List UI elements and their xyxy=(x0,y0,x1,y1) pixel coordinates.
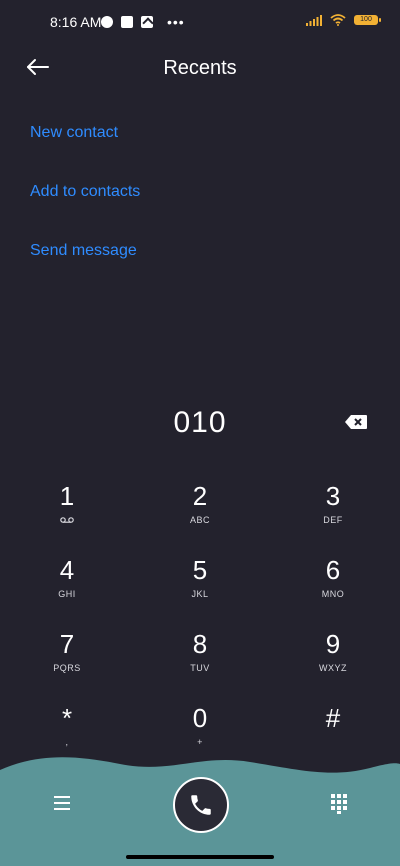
key-letters: ABC xyxy=(189,515,210,525)
app-icon xyxy=(101,16,113,28)
call-button[interactable] xyxy=(173,777,229,833)
key-1[interactable]: 1 xyxy=(17,480,117,544)
key-digit: 3 xyxy=(325,481,341,511)
more-notifications-icon: ••• xyxy=(167,14,185,30)
key-digit: 4 xyxy=(59,555,75,585)
backspace-icon[interactable] xyxy=(344,414,368,430)
key-letters: TUV xyxy=(190,663,210,673)
key-letters xyxy=(17,515,117,525)
key-letters: PQRS xyxy=(53,663,81,673)
key-digit: 7 xyxy=(59,629,75,659)
key-2[interactable]: 2 ABC xyxy=(150,480,250,544)
key-digit: 0 xyxy=(192,703,208,733)
status-bar: 8:16 AM ••• 100 xyxy=(0,0,400,44)
top-bar: Recents xyxy=(0,44,400,90)
key-letters: JKL xyxy=(191,589,209,599)
key-digit: # xyxy=(325,703,341,733)
key-5[interactable]: 5 JKL xyxy=(150,554,250,618)
key-4[interactable]: 4 GHI xyxy=(17,554,117,618)
key-digit: 9 xyxy=(325,629,341,659)
key-digit: 6 xyxy=(325,555,341,585)
upload-icon xyxy=(141,16,153,28)
key-letters: , xyxy=(65,737,69,747)
key-digit: * xyxy=(61,703,73,733)
key-6[interactable]: 6 MNO xyxy=(283,554,383,618)
page-title: Recents xyxy=(163,57,237,79)
home-indicator[interactable] xyxy=(126,855,274,859)
key-9[interactable]: 9 WXYZ xyxy=(283,628,383,692)
key-letters: WXYZ xyxy=(319,663,347,673)
battery-icon: 100 xyxy=(354,15,381,25)
key-7[interactable]: 7 PQRS xyxy=(17,628,117,692)
voicemail-icon xyxy=(60,517,74,523)
wifi-icon xyxy=(330,14,346,26)
new-contact-button[interactable]: New contact xyxy=(30,122,140,181)
action-list: New contact Add to contacts Send message xyxy=(30,122,140,299)
key-letters: MNO xyxy=(321,589,345,599)
phone-icon xyxy=(191,795,211,815)
key-8[interactable]: 8 TUV xyxy=(150,628,250,692)
key-digit: 5 xyxy=(192,555,208,585)
key-digit: 2 xyxy=(192,481,208,511)
square-icon xyxy=(121,16,133,28)
key-letters: + xyxy=(197,737,203,747)
dialed-number: 010 xyxy=(173,406,227,439)
dialpad-icon[interactable] xyxy=(328,792,350,814)
status-time: 8:16 AM xyxy=(50,14,102,30)
status-icons-left: ••• xyxy=(101,14,185,30)
add-to-contacts-button[interactable]: Add to contacts xyxy=(30,181,140,240)
status-icons-right: 100 xyxy=(306,14,381,26)
signal-icon xyxy=(306,15,322,26)
key-letters: GHI xyxy=(58,589,76,599)
key-digit: 1 xyxy=(59,481,75,511)
battery-label: 100 xyxy=(360,16,372,23)
menu-icon[interactable] xyxy=(51,792,73,814)
send-message-button[interactable]: Send message xyxy=(30,240,140,299)
key-digit: 8 xyxy=(192,629,208,659)
key-letters: DEF xyxy=(323,515,343,525)
key-3[interactable]: 3 DEF xyxy=(283,480,383,544)
